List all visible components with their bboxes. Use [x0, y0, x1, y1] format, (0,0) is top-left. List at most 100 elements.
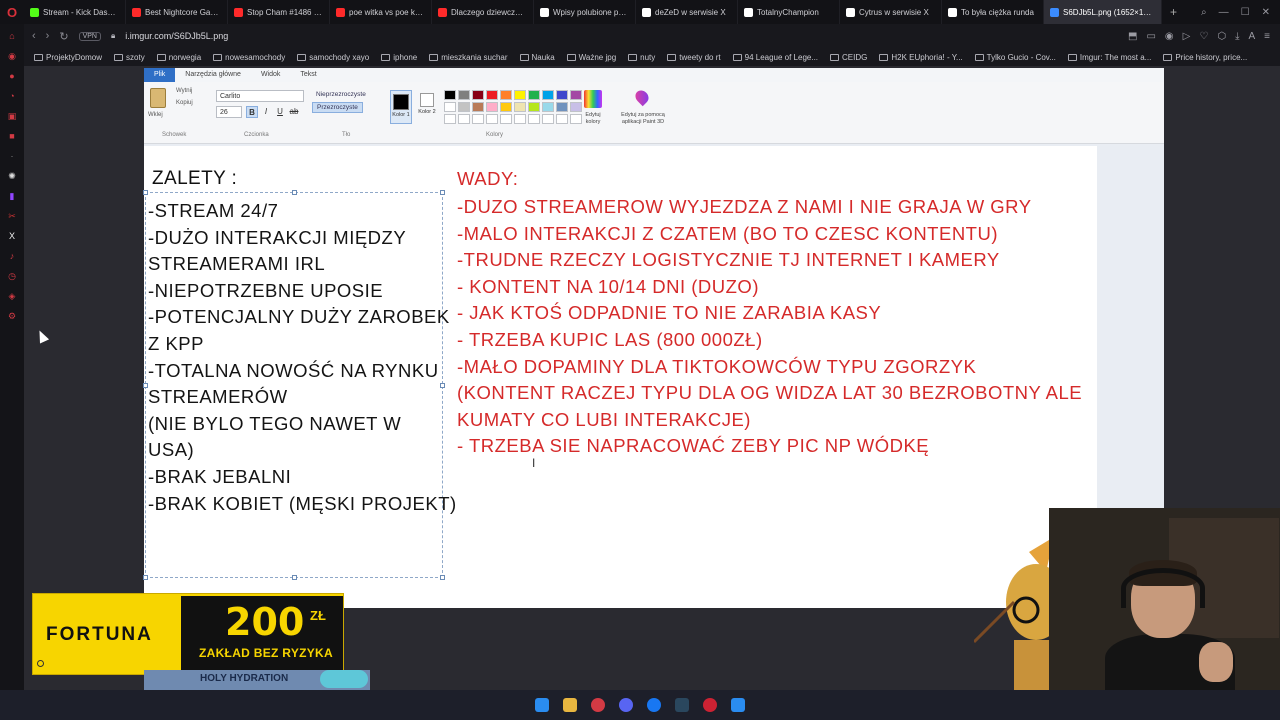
resize-handle[interactable]	[440, 575, 445, 580]
menu-icon[interactable]: ≡	[1264, 31, 1270, 42]
palette-swatch[interactable]	[514, 114, 526, 124]
resize-handle[interactable]	[292, 190, 297, 195]
browser-tab[interactable]: Wpisy polubione prze	[534, 0, 636, 24]
forward-icon[interactable]: ›	[46, 30, 50, 42]
palette-swatch[interactable]	[514, 102, 526, 112]
bookmark-item[interactable]: 94 League of Lege...	[732, 53, 818, 62]
palette-swatch[interactable]	[500, 102, 512, 112]
extensions-icon[interactable]: ⬡	[1217, 31, 1226, 42]
transparent-option[interactable]: Przezroczyste	[312, 102, 363, 113]
palette-swatch[interactable]	[542, 114, 554, 124]
url-field[interactable]: i.imgur.com/S6DJb5L.png	[125, 31, 228, 41]
palette-swatch[interactable]	[570, 90, 582, 100]
palette-swatch[interactable]	[486, 102, 498, 112]
music-icon[interactable]: ♪	[6, 250, 18, 262]
bookmark-item[interactable]: iphone	[381, 53, 417, 62]
bookmark-item[interactable]: Ważne jpg	[566, 53, 616, 62]
chatgpt-icon[interactable]: ✺	[6, 170, 18, 182]
cut-button[interactable]: Wytnij	[176, 88, 192, 94]
palette-swatch[interactable]	[444, 114, 456, 124]
discord-icon[interactable]	[619, 698, 633, 712]
browser-tab[interactable]: S6DJb5L.png (1652×1007)	[1044, 0, 1162, 24]
underline-button[interactable]: U	[274, 106, 286, 118]
messenger-icon[interactable]: ●	[6, 70, 18, 82]
color2-button[interactable]: Kolor 2	[416, 90, 438, 124]
clock-icon[interactable]: ◷	[6, 270, 18, 282]
strikethrough-button[interactable]: ab	[288, 106, 300, 118]
aria-icon[interactable]: A	[1248, 31, 1255, 42]
bookmark-item[interactable]: H2K EUphoria! - Y...	[879, 53, 963, 62]
browser-tab[interactable]: Stop Cham #1486 - N	[228, 0, 330, 24]
twitch-icon[interactable]: ▮	[6, 190, 18, 202]
italic-button[interactable]: I	[260, 106, 272, 118]
fortuna-ad[interactable]: FORTUNA 200 ZŁ ZAKŁAD BEZ RYZYKA	[32, 593, 344, 675]
reload-icon[interactable]: ↻	[59, 30, 68, 43]
new-tab-button[interactable]: +	[1162, 5, 1185, 19]
palette-swatch[interactable]	[458, 90, 470, 100]
browser-tab[interactable]: poe witka vs poe kam	[330, 0, 432, 24]
vpn-badge[interactable]: VPN	[78, 31, 101, 41]
maximize-button[interactable]: ☐	[1241, 7, 1250, 18]
app-icon[interactable]	[703, 698, 717, 712]
palette-swatch[interactable]	[542, 90, 554, 100]
palette-swatch[interactable]	[542, 102, 554, 112]
settings-icon[interactable]: ⚙	[6, 310, 18, 322]
resize-handle[interactable]	[143, 190, 148, 195]
bookmark-item[interactable]: tweety do rt	[667, 53, 721, 62]
resize-handle[interactable]	[292, 575, 297, 580]
bookmark-item[interactable]: samochody xayo	[297, 53, 369, 62]
browser-tab[interactable]: TotalnyChampion	[738, 0, 840, 24]
bookmark-item[interactable]: szoty	[114, 53, 145, 62]
font-name-select[interactable]: Carlito	[216, 90, 304, 102]
color1-button[interactable]: Kolor 1	[390, 90, 412, 124]
palette-swatch[interactable]	[556, 114, 568, 124]
browser-tab[interactable]: Stream - Kick Dashbo	[24, 0, 126, 24]
bookmark-item[interactable]: mieszkania suchar	[429, 53, 508, 62]
close-window-button[interactable]: ✕	[1262, 7, 1270, 18]
bookmark-item[interactable]: Imgur: The most a...	[1067, 53, 1151, 62]
notepad-icon[interactable]	[731, 698, 745, 712]
palette-swatch[interactable]	[486, 114, 498, 124]
paste-button[interactable]	[150, 88, 166, 108]
bookmark-item[interactable]: Nauka	[519, 53, 555, 62]
copy-button[interactable]: Kopiuj	[176, 100, 193, 106]
browser-tab[interactable]: deZeD w serwisie X	[636, 0, 738, 24]
back-icon[interactable]: ‹	[32, 30, 36, 42]
bookmark-item[interactable]: Price history, price...	[1163, 53, 1247, 62]
palette-swatch[interactable]	[472, 90, 484, 100]
paint3d-icon[interactable]	[632, 87, 652, 107]
palette-swatch[interactable]	[570, 102, 582, 112]
opaque-option[interactable]: Nieprzezroczyste	[312, 90, 370, 99]
snapshot-icon[interactable]: ⬒	[1128, 31, 1137, 42]
speed-dial-icon[interactable]: ◉	[6, 50, 18, 62]
search-tabs-icon[interactable]: ⌕	[1201, 7, 1207, 18]
bookmark-item[interactable]: CEIDG	[830, 53, 867, 62]
paint-canvas[interactable]: ZALETY : -STREAM 24/7 -DUŻO INTERAKCJI MI…	[143, 146, 1097, 608]
browser-tab[interactable]: To była ciężka runda	[942, 0, 1044, 24]
palette-swatch[interactable]	[458, 102, 470, 112]
steam-icon[interactable]	[675, 698, 689, 712]
palette-swatch[interactable]	[472, 114, 484, 124]
font-size-select[interactable]: 26	[216, 106, 242, 118]
downloads-icon[interactable]: ■	[6, 130, 18, 142]
tab-icon[interactable]: ▭	[1146, 31, 1155, 42]
bookmark-item[interactable]: Tylko Gucio - Cov...	[974, 53, 1056, 62]
browser-tab[interactable]: Dlaczego dziewczyny	[432, 0, 534, 24]
ribbon-tab[interactable]: Widok	[251, 68, 290, 82]
palette-swatch[interactable]	[556, 90, 568, 100]
palette-swatch[interactable]	[528, 102, 540, 112]
bookmark-item[interactable]: ProjektyDomow	[34, 53, 102, 62]
camera-icon[interactable]: ◉	[1165, 31, 1174, 42]
palette-swatch[interactable]	[528, 114, 540, 124]
opera-logo-icon[interactable]: O	[0, 0, 24, 24]
palette-swatch[interactable]	[444, 90, 456, 100]
bold-button[interactable]: B	[246, 106, 258, 118]
bookmark-item[interactable]: nowesamochody	[213, 53, 285, 62]
download-icon[interactable]: ⤓	[1235, 31, 1239, 42]
x-icon[interactable]: X	[6, 230, 18, 242]
ribbon-tab[interactable]: Plik	[144, 68, 176, 82]
palette-swatch[interactable]	[556, 102, 568, 112]
palette-swatch[interactable]	[528, 90, 540, 100]
palette-swatch[interactable]	[514, 90, 526, 100]
file-explorer-icon[interactable]	[563, 698, 577, 712]
